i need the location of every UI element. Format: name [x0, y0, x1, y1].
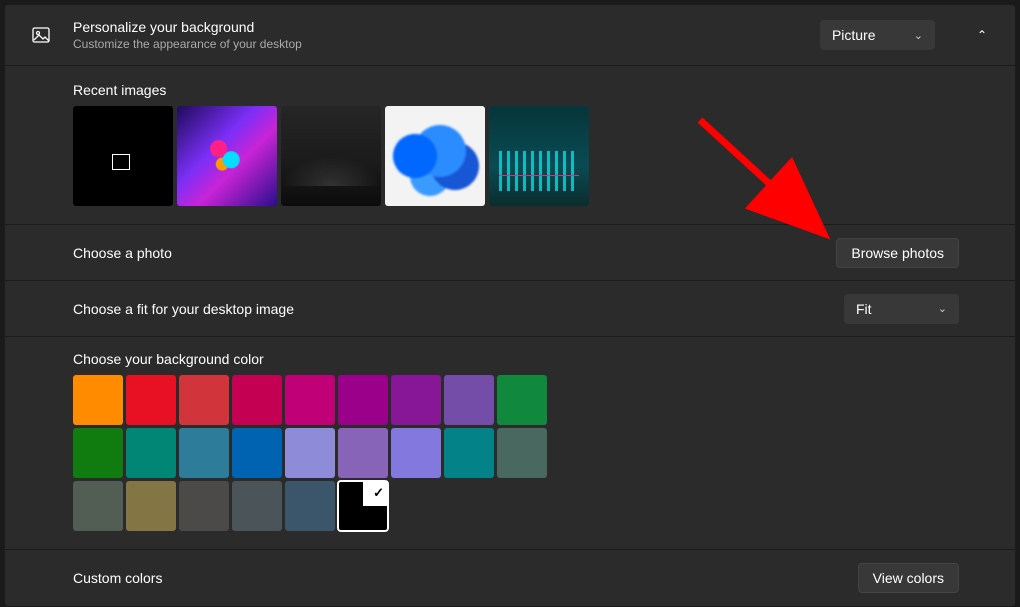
color-swatch[interactable]: [232, 375, 282, 425]
color-swatch[interactable]: [391, 428, 441, 478]
color-swatch[interactable]: [232, 481, 282, 531]
fit-dropdown-value: Fit: [856, 301, 872, 317]
color-swatch[interactable]: [285, 375, 335, 425]
color-swatch[interactable]: [179, 428, 229, 478]
personalize-background-panel: Personalize your background Customize th…: [4, 4, 1016, 607]
background-type-value: Picture: [832, 27, 876, 43]
color-swatch-selected[interactable]: ✓: [338, 481, 388, 531]
recent-image-thumb[interactable]: [177, 106, 277, 206]
recent-image-thumb[interactable]: [385, 106, 485, 206]
panel-subtitle: Customize the appearance of your desktop: [73, 37, 798, 51]
color-swatch[interactable]: [285, 428, 335, 478]
choose-fit-row: Choose a fit for your desktop image Fit …: [5, 281, 1015, 337]
recent-images-section: Recent images: [5, 66, 1015, 225]
color-swatch[interactable]: [73, 375, 123, 425]
choose-photo-row: Choose a photo Browse photos: [5, 225, 1015, 281]
color-grid: ✓: [73, 375, 553, 531]
color-swatch[interactable]: [232, 428, 282, 478]
background-color-section: Choose your background color: [5, 337, 1015, 550]
recent-images-list: [73, 106, 997, 206]
chevron-down-icon: ⌄: [914, 29, 923, 42]
recent-image-thumb[interactable]: [489, 106, 589, 206]
color-swatch[interactable]: [444, 428, 494, 478]
color-swatch[interactable]: [497, 428, 547, 478]
color-swatch[interactable]: [73, 481, 123, 531]
checkmark-icon: ✓: [373, 485, 384, 501]
color-swatch[interactable]: [179, 375, 229, 425]
color-swatch[interactable]: [338, 428, 388, 478]
color-swatch[interactable]: [444, 375, 494, 425]
view-colors-button[interactable]: View colors: [858, 563, 959, 593]
fit-dropdown[interactable]: Fit ⌄: [844, 294, 959, 324]
recent-images-label: Recent images: [73, 82, 997, 98]
panel-header: Personalize your background Customize th…: [5, 5, 1015, 66]
custom-colors-label: Custom colors: [73, 570, 162, 586]
choose-fit-label: Choose a fit for your desktop image: [73, 301, 294, 317]
panel-title: Personalize your background: [73, 19, 798, 35]
collapse-panel-button[interactable]: ⌃: [967, 20, 997, 50]
browse-photos-button[interactable]: Browse photos: [836, 238, 959, 268]
chevron-up-icon: ⌃: [977, 28, 987, 42]
background-color-label: Choose your background color: [73, 351, 997, 367]
color-swatch[interactable]: [73, 428, 123, 478]
color-swatch[interactable]: [285, 481, 335, 531]
recent-image-thumb[interactable]: [73, 106, 173, 206]
color-swatch[interactable]: [179, 481, 229, 531]
color-swatch[interactable]: [391, 375, 441, 425]
color-swatch[interactable]: [497, 375, 547, 425]
choose-photo-label: Choose a photo: [73, 245, 172, 261]
chevron-down-icon: ⌄: [938, 302, 947, 315]
color-swatch[interactable]: [338, 375, 388, 425]
background-type-dropdown[interactable]: Picture ⌄: [820, 20, 935, 50]
color-swatch[interactable]: [126, 428, 176, 478]
picture-icon: [31, 25, 51, 45]
custom-colors-row: Custom colors View colors: [5, 550, 1015, 606]
color-swatch[interactable]: [126, 375, 176, 425]
color-swatch[interactable]: [126, 481, 176, 531]
recent-image-thumb[interactable]: [281, 106, 381, 206]
